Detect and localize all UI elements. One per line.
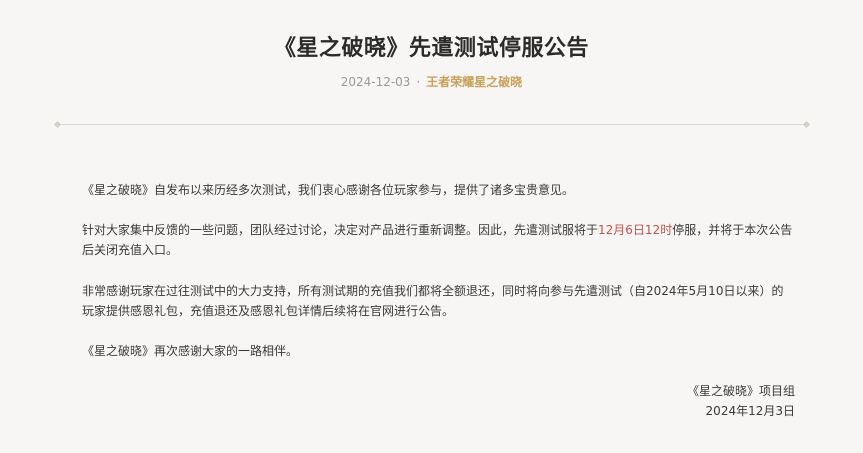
header-divider xyxy=(53,120,811,129)
paragraph-intro: 《星之破晓》自发布以来历经多次测试，我们衷心感谢各位玩家参与，提供了诸多宝贵意见… xyxy=(82,183,575,197)
announcement-header: 《星之破晓》先遣测试停服公告 2024-12-03 · 王者荣耀星之破晓 xyxy=(0,0,863,130)
signature-date: 2024年12月3日 xyxy=(705,404,795,418)
divider-diamond-right-icon xyxy=(802,120,811,129)
article-meta: 2024-12-03 · 王者荣耀星之破晓 xyxy=(0,73,863,91)
divider-diamond-left-icon xyxy=(53,120,62,129)
meta-separator: · xyxy=(416,75,421,89)
paragraph-shutdown: 针对大家集中反馈的一些问题，团队经过讨论，决定对产品进行重新调整。因此，先遣测试… xyxy=(82,220,794,260)
paragraph-shutdown-text-1: 针对大家集中反馈的一些问题，团队经过讨论，决定对产品进行重新调整。因此，先遣测试… xyxy=(82,223,599,237)
shutdown-time-highlight: 12月6日12时 xyxy=(598,223,673,237)
signature-team: 《星之破晓》项目组 xyxy=(686,384,795,398)
paragraph-refund: 非常感谢玩家在过往测试中的大力支持，所有测试期的充值我们都将全额退还，同时将向参… xyxy=(82,284,784,318)
signature-block: 《星之破晓》项目组 2024年12月3日 xyxy=(687,381,795,421)
page-title: 《星之破晓》先遣测试停服公告 xyxy=(273,36,589,61)
publish-date: 2024-12-03 xyxy=(340,75,411,89)
paragraph-thanks: 《星之破晓》再次感谢大家的一路相伴。 xyxy=(82,344,299,358)
author-link[interactable]: 王者荣耀星之破晓 xyxy=(426,75,522,89)
